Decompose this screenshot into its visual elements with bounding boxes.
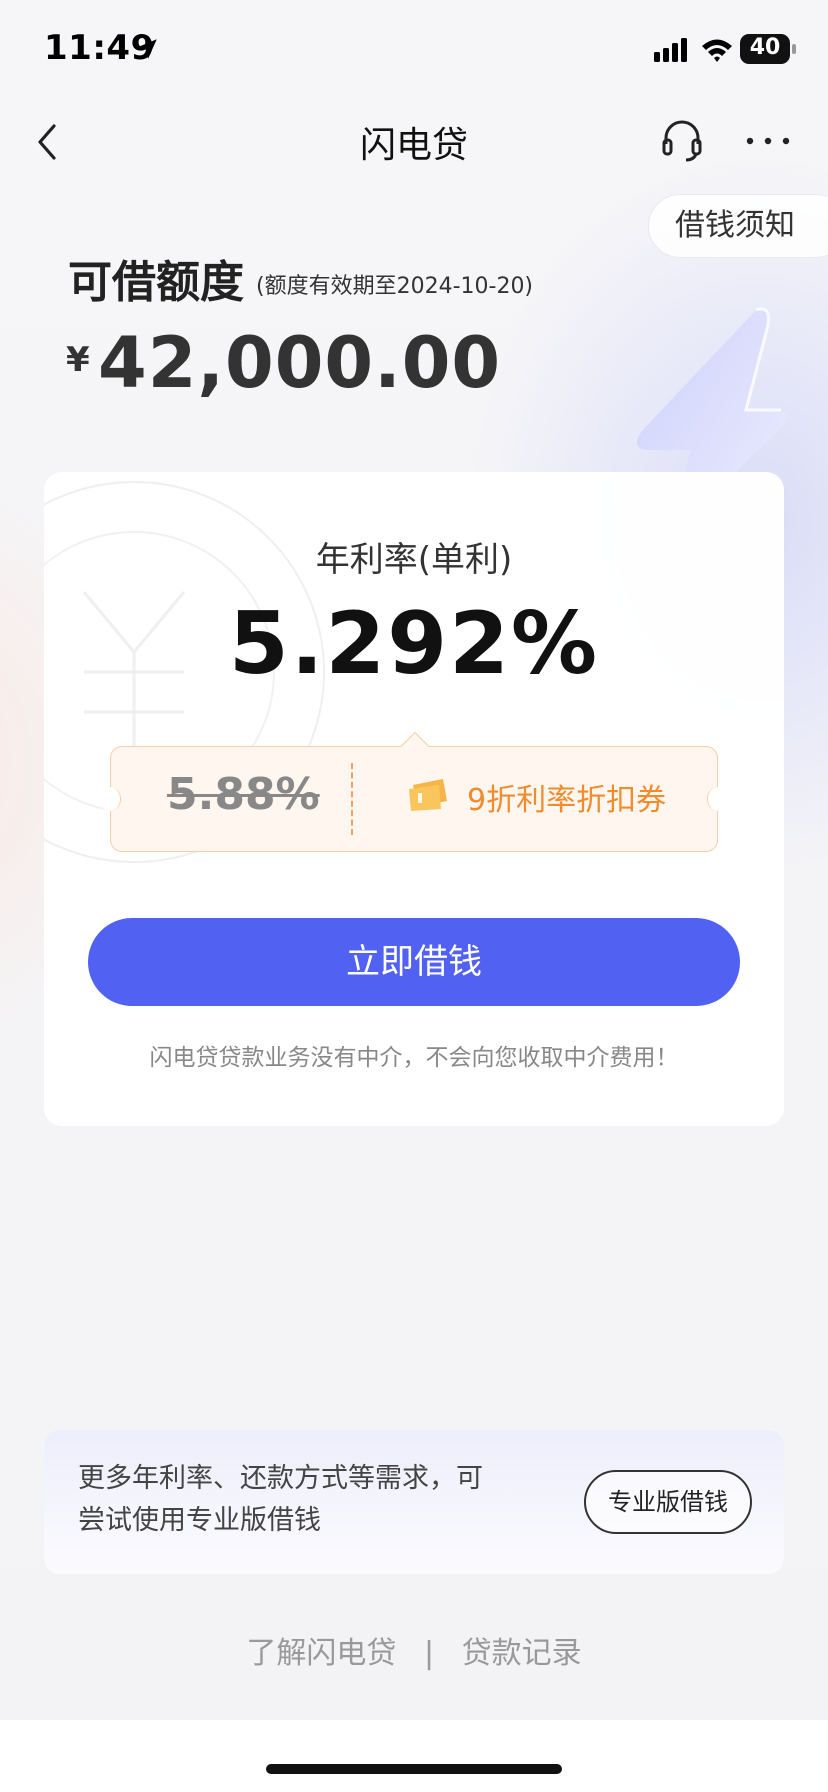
- footer-separator: |: [423, 1636, 435, 1671]
- no-agent-disclaimer: 闪电贷贷款业务没有中介，不会向您收取中介费用！: [149, 1045, 679, 1071]
- location-arrow-icon: [137, 39, 157, 59]
- credit-validity: (额度有效期至2024-10-20): [256, 274, 534, 299]
- coupon-pointer: [400, 731, 430, 761]
- battery-level-text: 40: [749, 35, 781, 60]
- battery-icon: 40: [740, 34, 796, 64]
- borrow-now-button[interactable]: 立即借钱: [88, 918, 740, 1006]
- pro-version-button[interactable]: 专业版借钱: [584, 1470, 752, 1534]
- pro-version-banner: 更多年利率、还款方式等需求，可尝试使用专业版借钱 专业版借钱: [44, 1430, 784, 1574]
- loan-card: 年利率(单利) 5.292% 5.88% 9折利率折扣券 立即借钱 闪电贷贷款业…: [44, 472, 784, 1126]
- about-link[interactable]: 了解闪电贷: [246, 1628, 396, 1672]
- coupon-notch-left: [99, 787, 121, 811]
- footer-links: 了解闪电贷 | 贷款记录: [0, 1628, 828, 1672]
- rate-coupon[interactable]: 5.88% 9折利率折扣券: [99, 731, 729, 852]
- credit-title: 可借额度: [68, 257, 244, 308]
- status-bar: 11:49 40: [0, 0, 828, 96]
- annual-rate-value: 5.292%: [228, 594, 600, 694]
- coupon-label: 9折利率折扣券: [467, 783, 667, 818]
- currency-symbol: ¥: [66, 340, 90, 380]
- headset-icon[interactable]: [660, 118, 704, 162]
- home-area: [0, 1720, 828, 1792]
- pro-version-description: 更多年利率、还款方式等需求，可尝试使用专业版借钱: [78, 1463, 483, 1536]
- coupon-notch-right: [707, 787, 729, 811]
- more-dots-icon[interactable]: [744, 124, 792, 158]
- original-rate: 5.88%: [167, 769, 320, 820]
- wifi-icon: [702, 39, 732, 62]
- cellular-signal-icon: [654, 38, 687, 62]
- loan-records-link[interactable]: 贷款记录: [462, 1628, 582, 1672]
- ticket-icon: [409, 779, 447, 811]
- annual-rate-label: 年利率(单利): [315, 540, 513, 580]
- home-indicator[interactable]: [266, 1764, 562, 1774]
- battery-cap: [792, 44, 796, 54]
- credit-amount: 42,000.00: [98, 322, 502, 404]
- loan-notice-button[interactable]: 借钱须知: [648, 194, 828, 258]
- coupon-divider: [351, 763, 353, 835]
